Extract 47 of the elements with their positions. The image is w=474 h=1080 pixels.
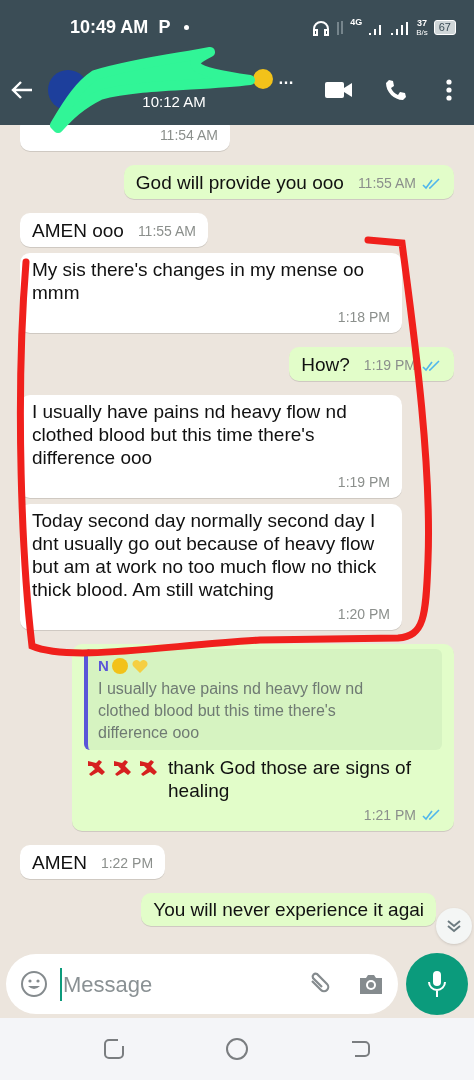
home-icon[interactable]: [225, 1037, 249, 1061]
message-time: 1:21 PM: [363, 805, 416, 825]
double-chevron-icon: [446, 919, 462, 933]
message-text: AMEN ooo: [32, 219, 124, 242]
recent-apps-icon[interactable]: [103, 1038, 125, 1060]
speed-value: 37: [416, 18, 427, 28]
camera-icon[interactable]: [358, 973, 384, 995]
signal-icon: [368, 20, 411, 35]
message-field[interactable]: Message: [6, 954, 398, 1014]
message-text: My sis there's changes in my mense oo mmm: [32, 258, 366, 304]
network-type: 4G: [350, 15, 363, 29]
message-text: How?: [301, 353, 350, 376]
last-seen: 10:12 AM: [142, 91, 206, 112]
message-text: Today second day normally second day I dnt usually go out because of heavy flow but am at work no too much flow no thick thick blood. Am still watching: [32, 509, 378, 601]
message-time: 1:22 PM: [100, 853, 154, 873]
scroll-down-button[interactable]: [436, 908, 472, 944]
message-text: I usually have pains nd heavy flow nd clothed blood but this time there's difference ooo: [32, 400, 348, 469]
message-time: 11:54 AM: [159, 126, 218, 145]
quoted-sender: N: [98, 656, 109, 676]
back-arrow-icon[interactable]: [10, 80, 34, 100]
video-call-icon[interactable]: [324, 80, 354, 100]
emoji-icon: [110, 657, 129, 676]
emoji-icon: [252, 67, 274, 90]
back-icon[interactable]: [349, 1038, 371, 1060]
speed-unit: B/s: [416, 27, 428, 37]
battery-level: 67: [433, 20, 456, 35]
message-text: You will never experience it agai: [153, 897, 424, 921]
clock-time: 10:49 AM: [70, 16, 149, 39]
more-options-icon[interactable]: [446, 79, 452, 101]
message-time: 1:18 PM: [337, 308, 390, 327]
message-time: 11:55 AM: [137, 222, 196, 241]
message-input[interactable]: Message: [60, 967, 260, 1001]
microphone-icon: [428, 970, 446, 998]
heart-icon: [130, 657, 149, 676]
message-text: God will provide you ooo: [135, 171, 344, 194]
message-time: 11:55 AM: [357, 174, 416, 193]
message-time: 1:19 PM: [337, 473, 390, 492]
emoji-icon[interactable]: [20, 970, 48, 998]
data-arrows-icon: [336, 19, 345, 36]
contact-name: …: [278, 68, 294, 89]
headphones-icon: [312, 19, 331, 36]
message-text: thank God those are signs of healing: [168, 755, 412, 802]
quoted-text: I usually have pains nd heavy flow nd clothed blood but this time there's difference ooo: [98, 678, 365, 743]
notification-icon: P: [158, 14, 171, 41]
message-text: AMEN: [32, 850, 87, 874]
message-time: 1:20 PM: [337, 605, 390, 624]
phone-icon[interactable]: [384, 78, 408, 102]
